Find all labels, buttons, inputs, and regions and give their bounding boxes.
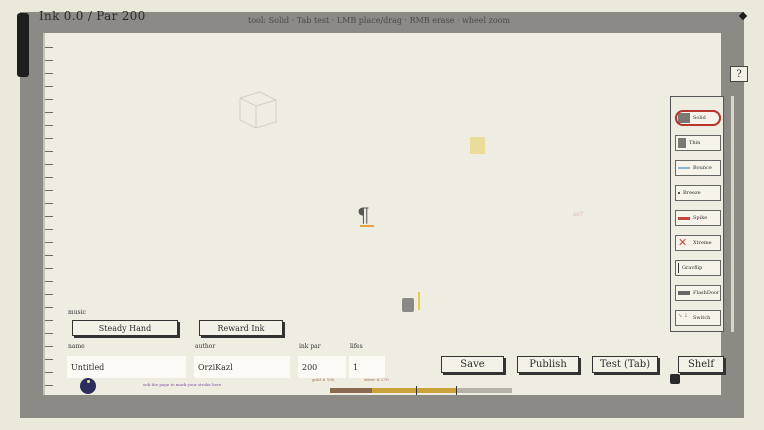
page-tip: ook the page to mark your stroke here — [143, 382, 222, 387]
notebook-ticks — [45, 38, 53, 388]
tool-palette: Solid Thin Bounce Breeze Spike ✕ Xtreme G… — [670, 96, 724, 332]
music-reward-ink-button[interactable]: Reward Ink — [199, 320, 283, 336]
palette-item-xtreme[interactable]: ✕ Xtreme — [675, 235, 721, 251]
faint-mark: so? — [573, 211, 583, 218]
ink-bar-segment — [455, 388, 512, 393]
publish-button[interactable]: Publish — [517, 356, 579, 373]
ink-bar-tick — [415, 386, 417, 395]
gravflip-swatch-icon — [678, 263, 679, 273]
palette-item-solid[interactable]: Solid — [675, 110, 721, 126]
x-swatch-icon: ✕ — [678, 236, 688, 249]
pilcrow-underline — [360, 225, 374, 227]
spike-swatch-icon — [678, 216, 690, 220]
palette-item-flashdoor[interactable]: FlashDoor — [675, 285, 721, 301]
pilcrow-goal-icon[interactable]: ¶ — [357, 203, 370, 227]
palette-item-bounce[interactable]: Bounce — [675, 160, 721, 176]
cube-sketch-icon — [239, 91, 277, 129]
silver-threshold: silver ≤ 270 — [364, 377, 389, 382]
ink-bar-segment — [371, 388, 456, 393]
breeze-swatch-icon — [678, 192, 680, 194]
name-label: name — [68, 343, 85, 350]
test-button[interactable]: Test (Tab) — [592, 356, 658, 373]
thin-swatch-icon — [678, 138, 686, 148]
ink-par-input[interactable]: 200 — [298, 356, 346, 378]
ink-bar-segment — [330, 388, 372, 393]
pen-icon — [17, 13, 29, 77]
name-input[interactable]: Untitled — [67, 356, 186, 378]
controls-hint: tool: Solid · Tab test · LMB place/drag … — [248, 16, 511, 25]
lives-label: lifes — [350, 343, 363, 350]
bounce-swatch-icon — [678, 167, 690, 169]
palette-scrollbar[interactable] — [731, 96, 734, 332]
lives-input[interactable]: 1 — [349, 356, 385, 378]
ink-pot-icon — [670, 374, 680, 384]
ink-par-label: ink par — [299, 343, 321, 350]
shelf-button[interactable]: Shelf — [678, 356, 724, 373]
palette-item-switch[interactable]: ↘ ↓ Switch — [675, 310, 721, 326]
ink-counter: Ink 0.0 / Par 200 — [39, 9, 146, 23]
palette-item-gravflip[interactable]: Gravflip — [675, 260, 721, 276]
solid-swatch-icon — [678, 113, 690, 123]
flashdoor-swatch-icon — [678, 291, 690, 295]
editor-canvas[interactable] — [43, 33, 721, 395]
author-label: author — [195, 343, 216, 350]
author-input[interactable]: OrziKazl — [194, 356, 290, 378]
ink-bar-tick — [455, 386, 457, 395]
ink-bottle-icon[interactable] — [402, 298, 414, 312]
gold-threshold: gold ≤ 190 — [312, 377, 335, 382]
ink-stroke-mark — [418, 292, 420, 310]
switch-swatch-icon: ↘ ↓ — [678, 313, 688, 319]
palette-item-breeze[interactable]: Breeze — [675, 185, 721, 201]
palette-item-thin[interactable]: Thin — [675, 135, 721, 151]
palette-item-spike[interactable]: Spike — [675, 210, 721, 226]
cat-eye-icon — [87, 380, 90, 383]
save-button[interactable]: Save — [441, 356, 504, 373]
sticky-note-icon[interactable] — [470, 137, 485, 154]
music-label: music — [68, 309, 86, 316]
music-steady-hand-button[interactable]: Steady Hand — [72, 320, 178, 336]
help-button[interactable]: ? — [730, 66, 748, 82]
